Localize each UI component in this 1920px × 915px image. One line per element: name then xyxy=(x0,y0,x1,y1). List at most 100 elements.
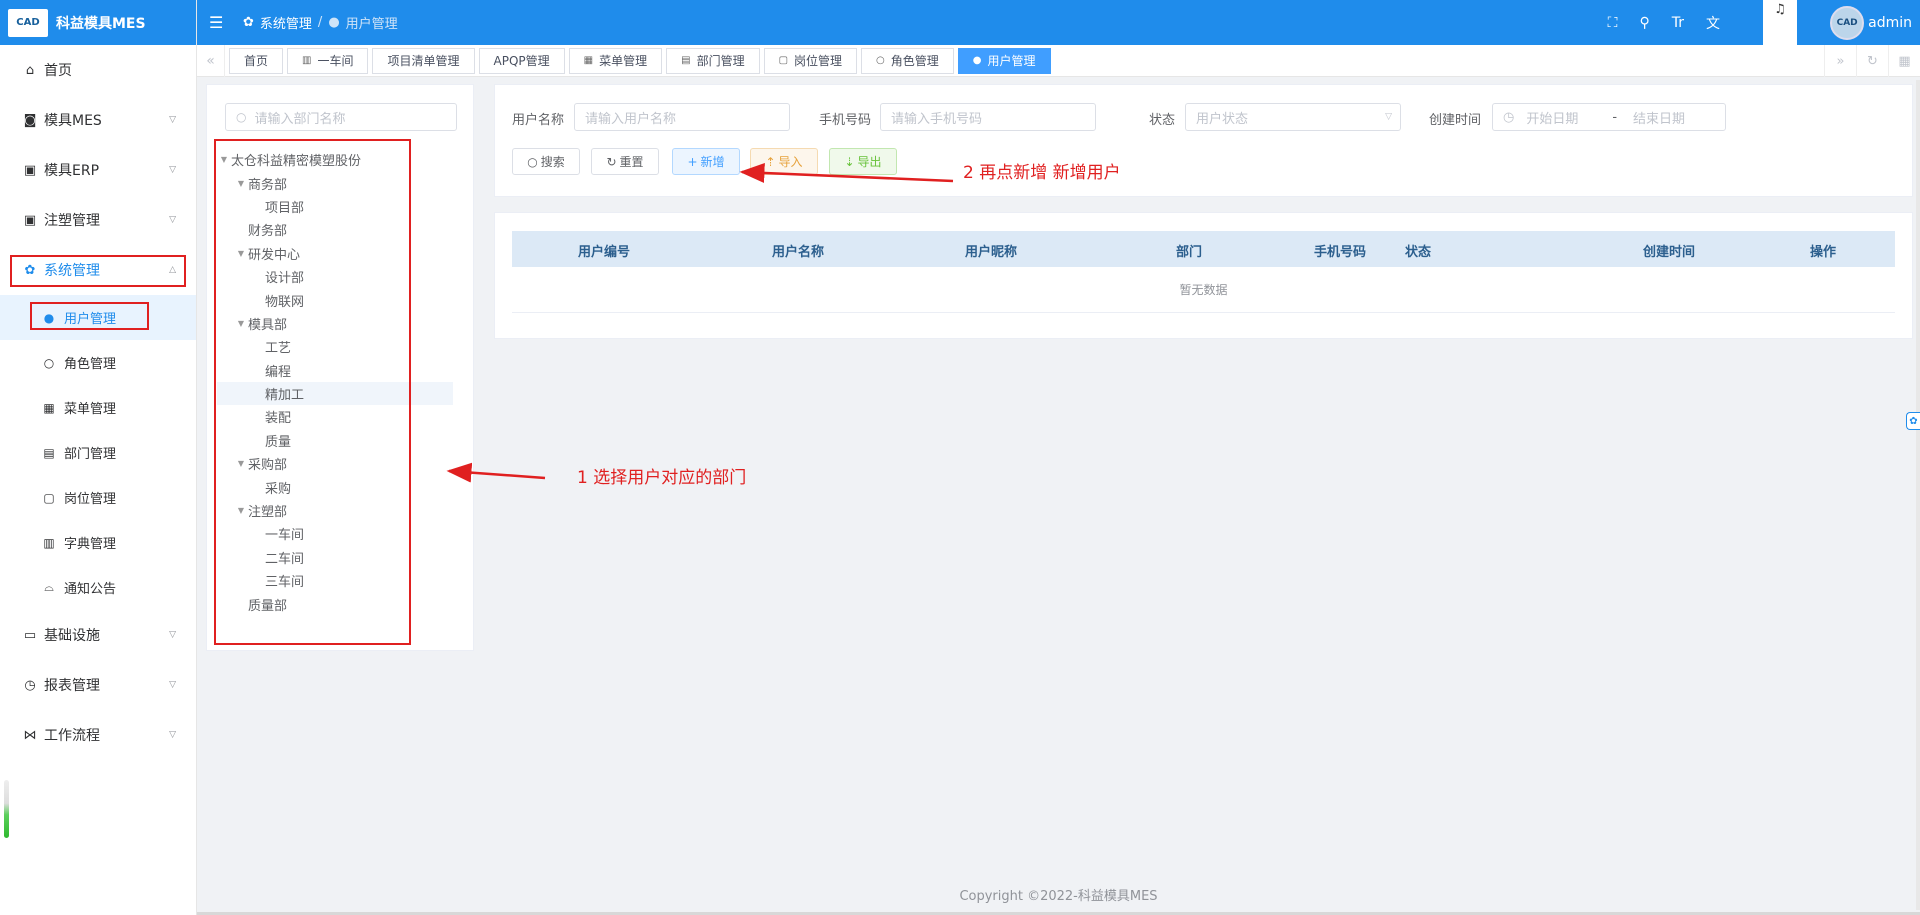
sidebar-item-mold-erp[interactable]: ▣ 模具ERP ▽ xyxy=(0,145,196,195)
top-header: ☰ ✿ 系统管理 / ● 用户管理 ⛶ ⚲ Tr 文 ♫ CAD admin xyxy=(197,0,1920,45)
chevron-down-icon: ▽ xyxy=(169,630,176,640)
sidebar-subitem-menus[interactable]: ▦ 菜单管理 xyxy=(0,385,196,430)
column-header[interactable]: 创建时间 xyxy=(1643,241,1695,260)
tabs-scroll-right-icon[interactable]: » xyxy=(1824,45,1856,77)
column-header[interactable]: 操作 xyxy=(1810,241,1836,260)
breadcrumb-parent[interactable]: 系统管理 xyxy=(260,13,312,32)
logo-area[interactable]: CAD 科益模具MES xyxy=(0,0,196,45)
tab-menus[interactable]: ▦ 菜单管理 xyxy=(568,47,663,74)
translate-icon[interactable]: 文 xyxy=(1706,13,1720,33)
phone-input[interactable]: 请输入手机号码 xyxy=(880,103,1096,131)
tree-node[interactable]: 精加工 xyxy=(217,381,453,406)
status-select[interactable]: 用户状态 ▽ xyxy=(1185,103,1401,131)
tree-node[interactable]: 编程 xyxy=(217,359,453,382)
tree-node[interactable]: 设计部 xyxy=(217,265,453,288)
badge-icon: ▢ xyxy=(43,490,55,505)
tree-node-label: 一车间 xyxy=(265,528,305,544)
tab-label: 角色管理 xyxy=(890,54,939,68)
sidebar-scrollbar[interactable] xyxy=(4,780,9,838)
column-header[interactable]: 部门 xyxy=(1176,241,1202,260)
person-icon: ○ xyxy=(43,355,55,370)
tree-node[interactable]: 采购 xyxy=(217,475,453,498)
import-button[interactable]: ⇡ 导入 xyxy=(750,148,818,175)
phone-label: 手机号码 xyxy=(819,113,872,128)
tree-node[interactable]: 物联网 xyxy=(217,288,453,311)
caret-down-icon[interactable]: ▼ xyxy=(234,179,248,188)
caret-down-icon[interactable]: ▼ xyxy=(234,319,248,328)
tree-node-label: 物联网 xyxy=(265,294,305,310)
column-header[interactable]: 用户编号 xyxy=(578,241,630,260)
add-button[interactable]: + 新增 xyxy=(672,148,740,175)
notification-bell-icon[interactable]: ♫ xyxy=(1763,0,1797,45)
plus-icon: + xyxy=(687,154,698,169)
username: admin xyxy=(1868,14,1912,31)
tree-node[interactable]: ▼ 注塑部 xyxy=(217,499,453,522)
column-header[interactable]: 用户昵称 xyxy=(965,241,1017,260)
tree-node[interactable]: 质量 xyxy=(217,429,453,452)
username-input[interactable]: 请输入用户名称 xyxy=(574,103,790,131)
sidebar-item-system[interactable]: ✿ 系统管理 △ xyxy=(0,245,196,295)
column-header[interactable]: 状态 xyxy=(1405,241,1431,260)
sidebar-item-infra[interactable]: ▭ 基础设施 ▽ xyxy=(0,610,196,660)
sidebar-subitem-posts[interactable]: ▢ 岗位管理 xyxy=(0,475,196,520)
sidebar-item-home[interactable]: ⌂ 首页 xyxy=(0,45,196,95)
sidebar-subitem-roles[interactable]: ○ 角色管理 xyxy=(0,340,196,385)
tab-posts[interactable]: ▢ 岗位管理 xyxy=(763,47,858,74)
column-header[interactable]: 用户名称 xyxy=(772,241,824,260)
tree-node[interactable]: 财务部 xyxy=(217,218,453,241)
grid-menu-icon[interactable]: ▦ xyxy=(1888,45,1920,77)
tab-apqp[interactable]: APQP管理 xyxy=(478,47,565,74)
export-button[interactable]: ⇣ 导出 xyxy=(829,148,897,175)
tree-node[interactable]: 一车间 xyxy=(217,522,453,545)
dept-search-input[interactable]: ○ 请输入部门名称 xyxy=(225,103,457,131)
column-header[interactable]: 手机号码 xyxy=(1314,241,1366,260)
page-scrollbar[interactable] xyxy=(1916,80,1920,910)
badge-icon: ▢ xyxy=(778,55,789,66)
fullscreen-icon[interactable]: ⛶ xyxy=(1608,15,1618,31)
sidebar-menu: ⌂ 首页 ◙ 模具MES ▽ ▣ 模具ERP ▽ ▣ 注塑管理 ▽ ✿ 系统管理 xyxy=(0,45,196,760)
tab-workshop1[interactable]: ▥ 一车间 xyxy=(287,47,369,74)
tabs-scroll-left-icon[interactable]: « xyxy=(197,44,225,77)
person-icon: ○ xyxy=(876,55,885,66)
tree-node[interactable]: ▼ 商务部 xyxy=(217,171,453,194)
caret-down-icon[interactable]: ▼ xyxy=(217,155,231,164)
user-menu[interactable]: CAD admin xyxy=(1830,0,1912,45)
settings-float-icon[interactable]: ✿ xyxy=(1906,412,1920,430)
tab-roles[interactable]: ○ 角色管理 xyxy=(861,47,954,74)
tree-node[interactable]: ▼ 研发中心 xyxy=(217,242,453,265)
sidebar-subitem-depts[interactable]: ▤ 部门管理 xyxy=(0,430,196,475)
tab-home[interactable]: 首页 xyxy=(229,47,284,74)
sidebar-item-reports[interactable]: ◷ 报表管理 ▽ xyxy=(0,660,196,710)
tree-node[interactable]: 二车间 xyxy=(217,546,453,569)
caret-down-icon[interactable]: ▼ xyxy=(234,459,248,468)
sidebar-subitem-users[interactable]: ● 用户管理 xyxy=(0,295,196,340)
font-size-icon[interactable]: Tr xyxy=(1672,15,1684,31)
search-icon[interactable]: ⚲ xyxy=(1639,15,1649,31)
tree-node[interactable]: ▼ 采购部 xyxy=(217,452,453,475)
tree-node[interactable]: 三车间 xyxy=(217,569,453,592)
tree-node[interactable]: 装配 xyxy=(217,405,453,428)
gear-icon: ✿ xyxy=(24,262,36,278)
caret-down-icon[interactable]: ▼ xyxy=(234,506,248,515)
reset-button[interactable]: ↻ 重置 xyxy=(591,148,659,175)
avatar[interactable]: CAD xyxy=(1830,5,1865,40)
tree-node[interactable]: 工艺 xyxy=(217,335,453,358)
tab-users[interactable]: ● 用户管理 xyxy=(957,47,1051,74)
date-range-picker[interactable]: ◷ 开始日期 - 结束日期 xyxy=(1492,103,1726,131)
tab-project-list[interactable]: 项目清单管理 xyxy=(372,47,475,74)
tab-depts[interactable]: ▤ 部门管理 xyxy=(666,47,760,74)
sidebar-item-mold-mes[interactable]: ◙ 模具MES ▽ xyxy=(0,95,196,145)
sidebar-subitem-notice[interactable]: ⌓ 通知公告 xyxy=(0,565,196,610)
tree-node[interactable]: ▼ 模具部 xyxy=(217,312,453,335)
tree-node[interactable]: 质量部 xyxy=(217,592,453,615)
sidebar-item-injection[interactable]: ▣ 注塑管理 ▽ xyxy=(0,195,196,245)
sidebar-item-workflow[interactable]: ⋈ 工作流程 ▽ xyxy=(0,710,196,760)
caret-down-icon[interactable]: ▼ xyxy=(234,249,248,258)
tree-node[interactable]: 项目部 xyxy=(217,195,453,218)
search-button[interactable]: ○ 搜索 xyxy=(512,148,580,175)
hamburger-icon[interactable]: ☰ xyxy=(209,13,229,32)
sidebar-subitem-dict[interactable]: ▥ 字典管理 xyxy=(0,520,196,565)
tree-node[interactable]: ▼ 太仓科益精密模塑股份 xyxy=(217,148,453,171)
refresh-icon[interactable]: ↻ xyxy=(1856,45,1888,77)
phone-placeholder: 请输入手机号码 xyxy=(891,111,983,127)
